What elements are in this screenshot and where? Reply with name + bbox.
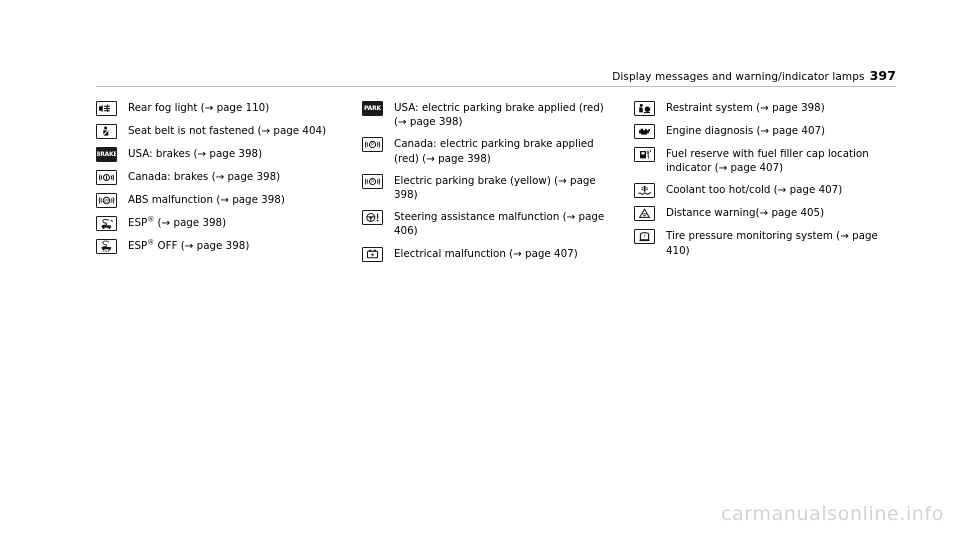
esp-label-pre: ESP	[128, 217, 148, 229]
coolant-temperature-icon	[634, 183, 655, 199]
document-page: Display messages and warning/indicator l…	[0, 0, 960, 533]
icon-cell	[634, 146, 666, 162]
icon-cell	[634, 123, 666, 139]
header-rule	[96, 86, 896, 87]
park-text-label: PARK	[364, 105, 381, 112]
svg-text:P: P	[371, 179, 374, 185]
column-1: Rear fog light (→ page 110) Seat belt is…	[96, 100, 346, 261]
icon-cell	[634, 205, 666, 222]
list-item-label: Engine diagnosis (→ page 407)	[666, 125, 826, 137]
list-item: Coolant too hot/cold (→ page 407)	[634, 182, 896, 199]
list-item: Restraint system (→ page 398)	[634, 100, 896, 116]
list-item: Canada: brakes (→ page 398)	[96, 169, 346, 185]
list-item-label: Restraint system (→ page 398)	[666, 102, 825, 114]
icon-cell: P	[362, 136, 394, 153]
icon-cell	[96, 100, 128, 116]
list-item-label: Fuel reserve with fuel filler cap locati…	[666, 148, 869, 175]
esp-off-label-pre: ESP	[128, 240, 148, 252]
list-item: P Electric parking brake (yellow) (→ pag…	[362, 173, 617, 202]
icon-cell: P	[362, 173, 394, 189]
electrical-malfunction-icon	[362, 246, 383, 262]
list-item: Rear fog light (→ page 110)	[96, 100, 346, 116]
svg-text:ABS: ABS	[103, 198, 111, 203]
icon-cell: ABS	[96, 192, 128, 208]
watermark: carmanualsonline.info	[721, 503, 944, 525]
distance-warning-icon	[634, 206, 655, 222]
brake-text-label: BRAKE	[96, 151, 117, 158]
list-item: ABS ABS malfunction (→ page 398)	[96, 192, 346, 208]
icon-cell	[96, 215, 128, 231]
list-item: Fuel reserve with fuel filler cap locati…	[634, 146, 896, 175]
list-item-label: Rear fog light (→ page 110)	[128, 102, 270, 114]
fuel-reserve-icon	[634, 147, 655, 162]
list-item-label: Electric parking brake (yellow) (→ page …	[394, 174, 596, 202]
list-item: Steering assistance malfunction (→ page …	[362, 209, 617, 238]
parking-brake-p-icon: P	[362, 137, 383, 153]
restraint-system-icon	[634, 101, 655, 116]
icon-cell	[362, 209, 394, 226]
list-item-label: Canada: electric parking brake applied (…	[394, 138, 594, 165]
parking-brake-p-yellow-icon: P	[362, 173, 383, 189]
list-item-label: USA: electric parking brake applied (red…	[394, 102, 604, 129]
icon-cell	[362, 246, 394, 262]
page-header: Display messages and warning/indicator l…	[96, 68, 896, 83]
list-item-label: Distance warning(→ page 405)	[666, 207, 825, 220]
icon-cell	[96, 123, 128, 139]
esp-off-icon: OFF	[96, 239, 117, 254]
header-title: Display messages and warning/indicator l…	[612, 71, 865, 83]
icon-cell: PARK	[362, 100, 394, 116]
list-item-label: Coolant too hot/cold (→ page 407)	[666, 184, 843, 197]
seat-belt-icon	[96, 124, 117, 139]
icon-cell: BRAKE	[96, 146, 128, 162]
list-item: PARK USA: electric parking brake applied…	[362, 100, 617, 129]
list-item-label: Seat belt is not fastened (→ page 404)	[128, 125, 327, 137]
list-item: ! Tire pressure monitoring system (→ pag…	[634, 228, 896, 257]
page-number: 397	[869, 68, 896, 83]
list-item-label: Steering assistance malfunction (→ page …	[394, 211, 605, 238]
list-item-label: Electrical malfunction (→ page 407)	[394, 247, 578, 260]
list-item: ESP® (→ page 398)	[96, 215, 346, 231]
icon-cell: !	[634, 228, 666, 245]
brake-circle-icon	[96, 170, 117, 185]
esp-label-post: (→ page 398)	[154, 217, 227, 229]
park-brake-icon: PARK	[362, 101, 383, 116]
column-3: Restraint system (→ page 398) Engine dia…	[634, 100, 896, 265]
brake-text-icon: BRAKE	[96, 147, 117, 162]
esp-icon	[96, 216, 117, 231]
abs-icon: ABS	[96, 193, 117, 208]
list-item-label: Tire pressure monitoring system (→ page …	[666, 230, 878, 257]
rear-fog-light-icon	[96, 101, 117, 116]
icon-cell	[634, 100, 666, 116]
tire-pressure-icon: !	[634, 229, 655, 245]
list-item: BRAKE USA: brakes (→ page 398)	[96, 146, 346, 162]
list-item-label: ESP® (→ page 398)	[128, 215, 226, 230]
list-item-label: ABS malfunction (→ page 398)	[128, 194, 285, 206]
list-item: OFF ESP® OFF (→ page 398)	[96, 238, 346, 254]
icon-cell	[96, 169, 128, 185]
list-item-label: ESP® OFF (→ page 398)	[128, 238, 249, 253]
icon-cell	[634, 182, 666, 199]
steering-wheel-warning-icon	[362, 210, 383, 226]
list-item: Seat belt is not fastened (→ page 404)	[96, 123, 346, 139]
engine-diagnosis-icon	[634, 124, 655, 139]
column-2: PARK USA: electric parking brake applied…	[362, 100, 617, 269]
svg-text:OFF: OFF	[103, 250, 110, 253]
list-item: P Canada: electric parking brake applied…	[362, 136, 617, 165]
svg-text:!: !	[644, 235, 646, 241]
svg-text:P: P	[371, 143, 374, 149]
list-item: Engine diagnosis (→ page 407)	[634, 123, 896, 139]
list-item: Electrical malfunction (→ page 407)	[362, 246, 617, 262]
esp-off-label-post: OFF (→ page 398)	[154, 240, 250, 252]
list-item-label: USA: brakes (→ page 398)	[128, 148, 263, 160]
list-item: Distance warning(→ page 405)	[634, 205, 896, 222]
list-item-label: Canada: brakes (→ page 398)	[128, 171, 281, 183]
icon-cell: OFF	[96, 238, 128, 254]
